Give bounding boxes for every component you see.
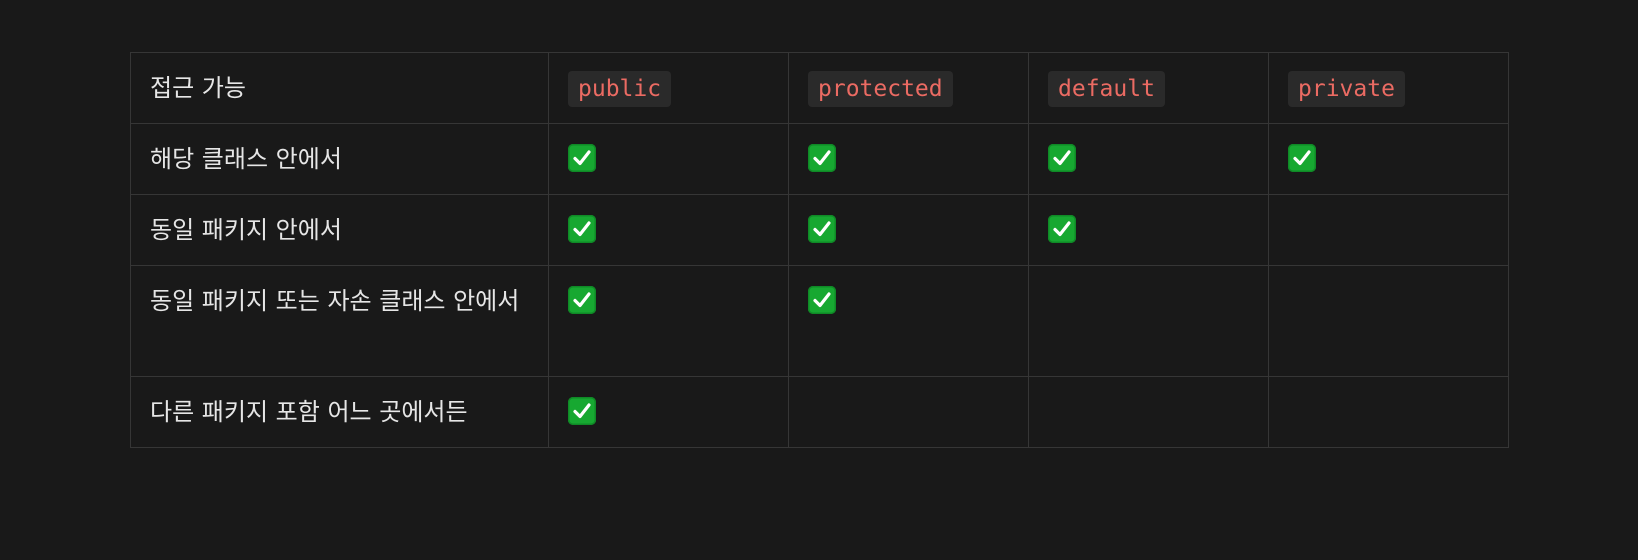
check-cell-default bbox=[1028, 194, 1269, 266]
check-cell-public bbox=[548, 123, 789, 195]
check-cell-protected bbox=[788, 376, 1029, 448]
check-cell-private bbox=[1268, 265, 1509, 377]
check-mark-button-icon bbox=[808, 144, 836, 172]
check-mark-button-icon bbox=[568, 144, 596, 172]
modifier-code-default: default bbox=[1048, 71, 1165, 107]
row-label: 동일 패키지 안에서 bbox=[150, 216, 342, 244]
row-label: 해당 클래스 안에서 bbox=[150, 145, 342, 173]
header-cell-public: public bbox=[548, 52, 789, 124]
row-label: 다른 패키지 포함 어느 곳에서든 bbox=[150, 398, 468, 426]
row-label: 동일 패키지 또는 자손 클래스 안에서 bbox=[150, 287, 520, 315]
modifier-code-public: public bbox=[568, 71, 672, 107]
check-cell-default bbox=[1028, 123, 1269, 195]
row-label-cell: 동일 패키지 또는 자손 클래스 안에서 bbox=[130, 265, 549, 377]
check-cell-private bbox=[1268, 123, 1509, 195]
table-header-row: 접근 가능 public protected default private bbox=[130, 52, 1509, 124]
modifier-code-protected: protected bbox=[808, 71, 953, 107]
check-mark-button-icon bbox=[1048, 144, 1076, 172]
modifier-code-private: private bbox=[1288, 71, 1405, 107]
header-cell-default: default bbox=[1028, 52, 1269, 124]
row-label-cell: 해당 클래스 안에서 bbox=[130, 123, 549, 195]
check-cell-protected bbox=[788, 265, 1029, 377]
header-cell-private: private bbox=[1268, 52, 1509, 124]
header-label-cell: 접근 가능 bbox=[130, 52, 549, 124]
check-cell-private bbox=[1268, 376, 1509, 448]
check-mark-button-icon bbox=[1288, 144, 1316, 172]
check-cell-public bbox=[548, 265, 789, 377]
check-mark-button-icon bbox=[568, 215, 596, 243]
table-row: 동일 패키지 또는 자손 클래스 안에서 bbox=[130, 265, 1509, 377]
check-mark-button-icon bbox=[808, 215, 836, 243]
table-row: 해당 클래스 안에서 bbox=[130, 123, 1509, 195]
check-mark-button-icon bbox=[568, 286, 596, 314]
check-cell-protected bbox=[788, 194, 1029, 266]
check-cell-public bbox=[548, 194, 789, 266]
header-label: 접근 가능 bbox=[150, 74, 246, 102]
check-cell-default bbox=[1028, 376, 1269, 448]
row-label-cell: 동일 패키지 안에서 bbox=[130, 194, 549, 266]
table-row: 동일 패키지 안에서 bbox=[130, 194, 1509, 266]
access-modifier-table: 접근 가능 public protected default private 해… bbox=[130, 52, 1509, 448]
header-cell-protected: protected bbox=[788, 52, 1029, 124]
table-row: 다른 패키지 포함 어느 곳에서든 bbox=[130, 376, 1509, 448]
check-cell-protected bbox=[788, 123, 1029, 195]
check-cell-default bbox=[1028, 265, 1269, 377]
access-modifier-table-container: 접근 가능 public protected default private 해… bbox=[130, 52, 1509, 448]
check-mark-button-icon bbox=[808, 286, 836, 314]
check-mark-button-icon bbox=[568, 397, 596, 425]
check-cell-private bbox=[1268, 194, 1509, 266]
row-label-cell: 다른 패키지 포함 어느 곳에서든 bbox=[130, 376, 549, 448]
table-body: 해당 클래스 안에서동일 패키지 안에서동일 패키지 또는 자손 클래스 안에서… bbox=[130, 123, 1509, 448]
check-mark-button-icon bbox=[1048, 215, 1076, 243]
check-cell-public bbox=[548, 376, 789, 448]
